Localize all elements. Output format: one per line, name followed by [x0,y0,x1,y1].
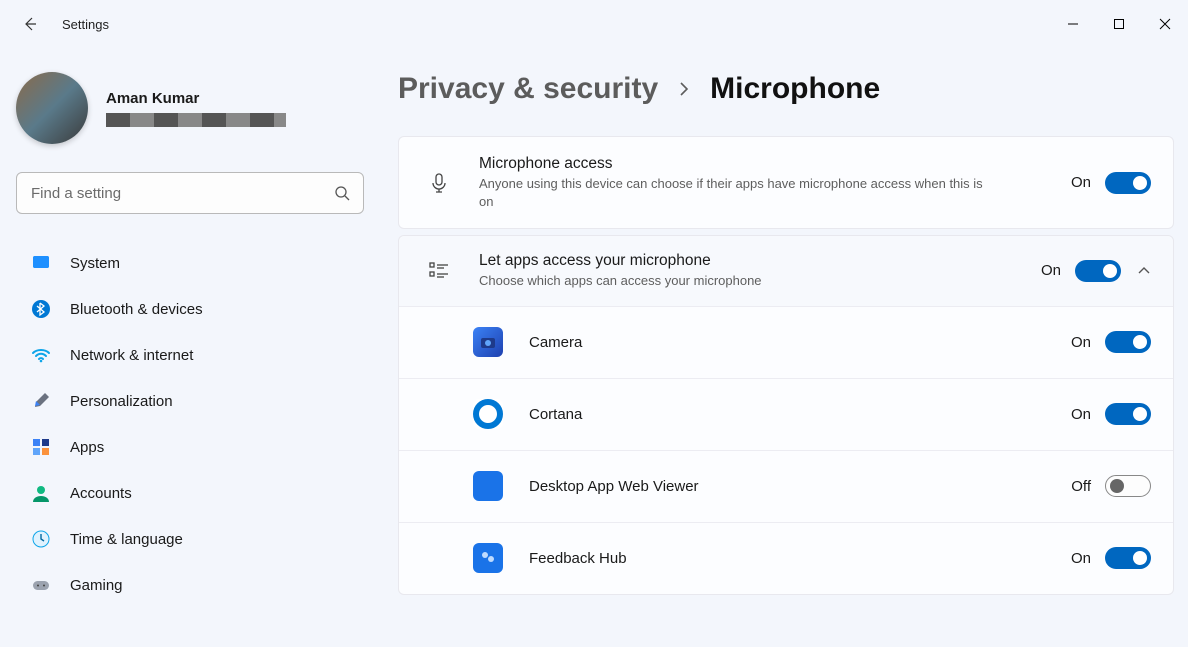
sidebar-item-label: Gaming [70,577,123,594]
breadcrumb: Privacy & security Microphone [398,72,1174,106]
monitor-icon [30,252,52,274]
toggle-app-desktop-web-viewer[interactable] [1105,475,1151,497]
apps-access-header[interactable]: Let apps access your microphone Choose w… [399,236,1173,306]
apps-icon [30,436,52,458]
toggle-state-label: On [1071,550,1091,567]
sidebar-item-bluetooth[interactable]: Bluetooth & devices [16,288,364,330]
content-pane: Privacy & security Microphone Microphone… [380,48,1188,647]
sidebar-item-system[interactable]: System [16,242,364,284]
toggle-state-label: On [1071,406,1091,423]
card-subtitle: Choose which apps can access your microp… [479,272,999,290]
back-button[interactable] [14,8,46,40]
sidebar-item-label: Personalization [70,393,173,410]
toggle-app-feedback-hub[interactable] [1105,547,1151,569]
maximize-icon [1113,18,1125,30]
gamepad-icon [30,574,52,596]
app-name: Feedback Hub [529,550,1071,567]
close-icon [1159,18,1171,30]
app-row-camera: Camera On [399,306,1173,378]
window-title: Settings [62,17,109,32]
sidebar-item-label: Accounts [70,485,132,502]
profile-email-redacted [106,113,286,127]
search-input[interactable] [16,172,364,214]
toggle-state-label: On [1041,262,1061,279]
sidebar-item-time-language[interactable]: Time & language [16,518,364,560]
generic-app-icon [473,471,503,501]
sidebar: Aman Kumar System Bluetooth & devices Ne… [0,48,380,647]
toggle-state-label: On [1071,334,1091,351]
app-row-desktop-web-viewer: Desktop App Web Viewer Off [399,450,1173,522]
clock-globe-icon [30,528,52,550]
toggle-apps-access[interactable] [1075,260,1121,282]
app-row-cortana: Cortana On [399,378,1173,450]
profile-block[interactable]: Aman Kumar [16,72,364,144]
card-title: Let apps access your microphone [479,252,1041,270]
sidebar-item-label: Bluetooth & devices [70,301,203,318]
toggle-app-camera[interactable] [1105,331,1151,353]
sidebar-item-label: System [70,255,120,272]
search-icon [334,185,350,201]
search-wrap [16,172,364,214]
sidebar-item-personalization[interactable]: Personalization [16,380,364,422]
person-icon [30,482,52,504]
microphone-icon [421,172,457,194]
app-list: Camera On Cortana On Desktop App Web Vie… [399,306,1173,594]
sidebar-item-gaming[interactable]: Gaming [16,564,364,606]
sidebar-item-accounts[interactable]: Accounts [16,472,364,514]
app-name: Camera [529,334,1071,351]
cortana-app-icon [473,399,503,429]
card-title: Microphone access [479,155,1071,173]
maximize-button[interactable] [1096,8,1142,40]
sidebar-item-label: Apps [70,439,104,456]
window-controls [1050,8,1188,40]
toggle-state-label: Off [1071,478,1091,495]
wifi-icon [30,344,52,366]
bluetooth-icon [30,298,52,320]
arrow-left-icon [22,16,38,32]
sidebar-item-label: Time & language [70,531,183,548]
nav-list: System Bluetooth & devices Network & int… [16,242,364,606]
minimize-icon [1067,18,1079,30]
camera-app-icon [473,327,503,357]
list-settings-icon [421,260,457,282]
app-name: Desktop App Web Viewer [529,478,1071,495]
feedback-hub-app-icon [473,543,503,573]
card-apps-access: Let apps access your microphone Choose w… [398,235,1174,595]
sidebar-item-apps[interactable]: Apps [16,426,364,468]
avatar [16,72,88,144]
chevron-up-icon [1137,264,1151,278]
app-name: Cortana [529,406,1071,423]
sidebar-item-label: Network & internet [70,347,193,364]
card-microphone-access: Microphone access Anyone using this devi… [398,136,1174,229]
minimize-button[interactable] [1050,8,1096,40]
paintbrush-icon [30,390,52,412]
profile-name: Aman Kumar [106,90,286,107]
page-title: Microphone [710,72,880,106]
chevron-right-icon [676,81,692,97]
card-subtitle: Anyone using this device can choose if t… [479,175,999,210]
titlebar: Settings [0,0,1188,48]
breadcrumb-parent[interactable]: Privacy & security [398,72,658,106]
toggle-state-label: On [1071,174,1091,191]
sidebar-item-network[interactable]: Network & internet [16,334,364,376]
toggle-microphone-access[interactable] [1105,172,1151,194]
app-row-feedback-hub: Feedback Hub On [399,522,1173,594]
close-button[interactable] [1142,8,1188,40]
toggle-app-cortana[interactable] [1105,403,1151,425]
